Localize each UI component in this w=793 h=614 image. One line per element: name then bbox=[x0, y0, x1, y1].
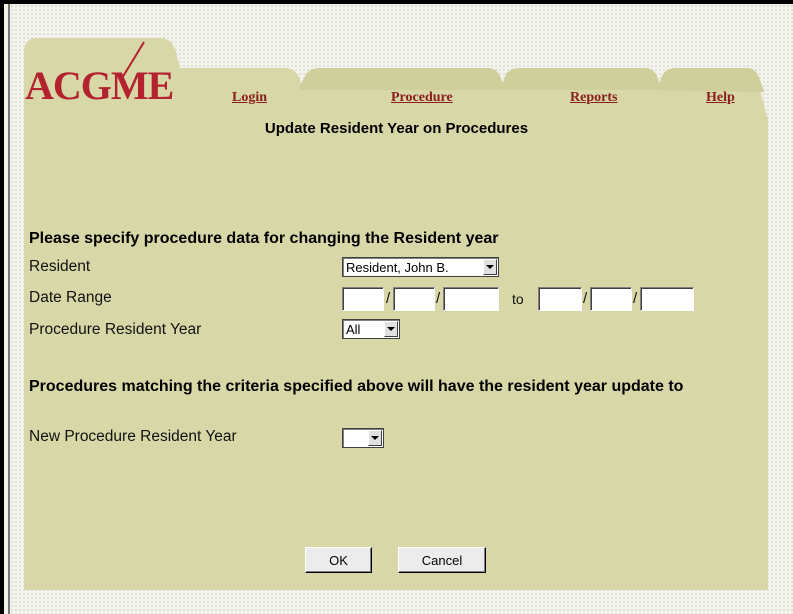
from-year-input[interactable] bbox=[443, 287, 499, 311]
window-frame-left bbox=[0, 0, 4, 614]
window-frame-inner bbox=[8, 4, 10, 614]
criteria-heading: Please specify procedure data for changi… bbox=[29, 230, 499, 247]
proc-year-label: Procedure Resident Year bbox=[29, 321, 202, 338]
resident-label: Resident bbox=[29, 258, 91, 275]
date-range-label: Date Range bbox=[29, 289, 112, 306]
nav-procedure-link[interactable]: Procedure bbox=[391, 90, 453, 106]
from-month-input[interactable] bbox=[342, 287, 384, 311]
new-year-select[interactable] bbox=[342, 428, 384, 448]
date-separator: / bbox=[386, 290, 391, 307]
window-frame-top bbox=[0, 0, 793, 4]
chevron-down-icon[interactable] bbox=[483, 259, 497, 275]
nav-reports-link[interactable]: Reports bbox=[570, 90, 617, 106]
resident-select[interactable]: Resident, John B. bbox=[342, 257, 499, 277]
to-day-input[interactable] bbox=[590, 287, 632, 311]
new-year-label: New Procedure Resident Year bbox=[29, 428, 237, 445]
logo-swoosh-icon bbox=[121, 41, 145, 79]
update-heading: Procedures matching the criteria specifi… bbox=[29, 378, 684, 395]
page-title: Update Resident Year on Procedures bbox=[264, 120, 529, 137]
proc-year-select[interactable]: All bbox=[342, 319, 400, 339]
chevron-down-icon[interactable] bbox=[384, 321, 398, 337]
resident-select-value: Resident, John B. bbox=[346, 259, 449, 275]
chevron-down-icon[interactable] bbox=[368, 430, 382, 446]
proc-year-select-value: All bbox=[346, 321, 361, 337]
date-separator: / bbox=[633, 290, 638, 307]
to-year-input[interactable] bbox=[640, 287, 694, 311]
date-separator: / bbox=[436, 290, 441, 307]
from-day-input[interactable] bbox=[393, 287, 435, 311]
to-text: to bbox=[512, 291, 524, 307]
to-month-input[interactable] bbox=[538, 287, 582, 311]
nav-help-link[interactable]: Help bbox=[706, 90, 735, 106]
acgme-logo: ACGME bbox=[25, 63, 174, 108]
date-separator: / bbox=[583, 290, 588, 307]
nav-login-link[interactable]: Login bbox=[232, 90, 267, 106]
cancel-button[interactable]: Cancel bbox=[398, 547, 486, 573]
ok-button[interactable]: OK bbox=[305, 547, 372, 573]
